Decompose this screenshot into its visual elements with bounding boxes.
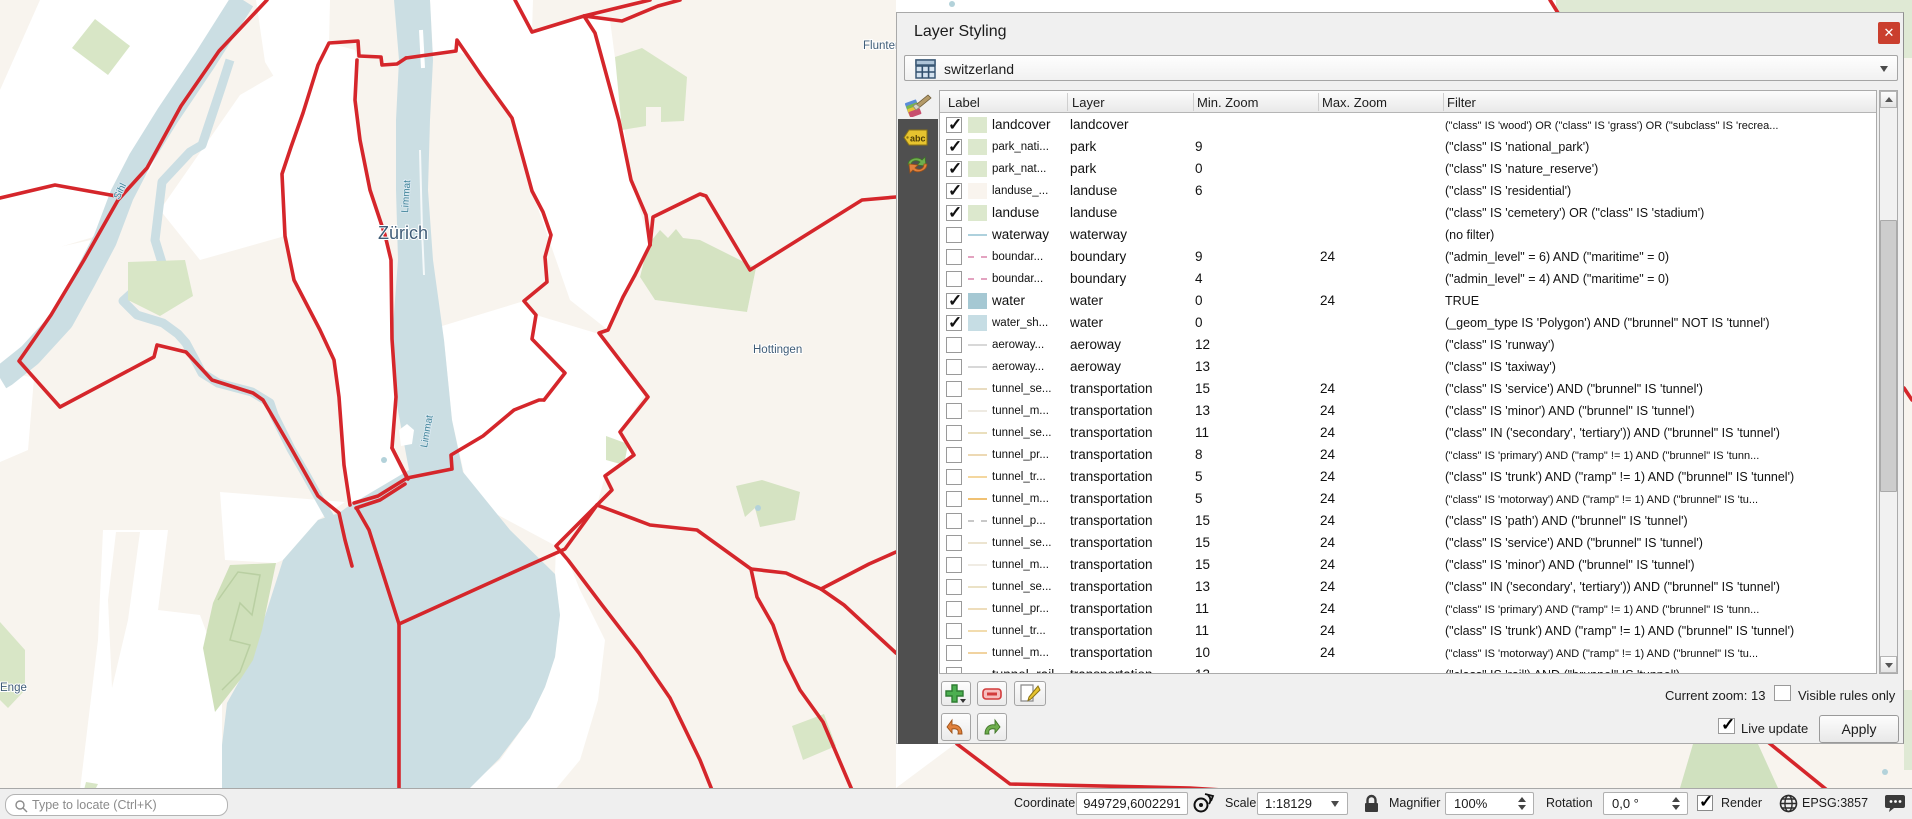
- svg-text:abc: abc: [910, 134, 926, 144]
- svg-text:Hottingen: Hottingen: [753, 344, 802, 356]
- svg-text:Zürich: Zürich: [378, 223, 428, 243]
- svg-text:Limmat: Limmat: [400, 180, 413, 214]
- svg-text:Enge: Enge: [0, 682, 27, 694]
